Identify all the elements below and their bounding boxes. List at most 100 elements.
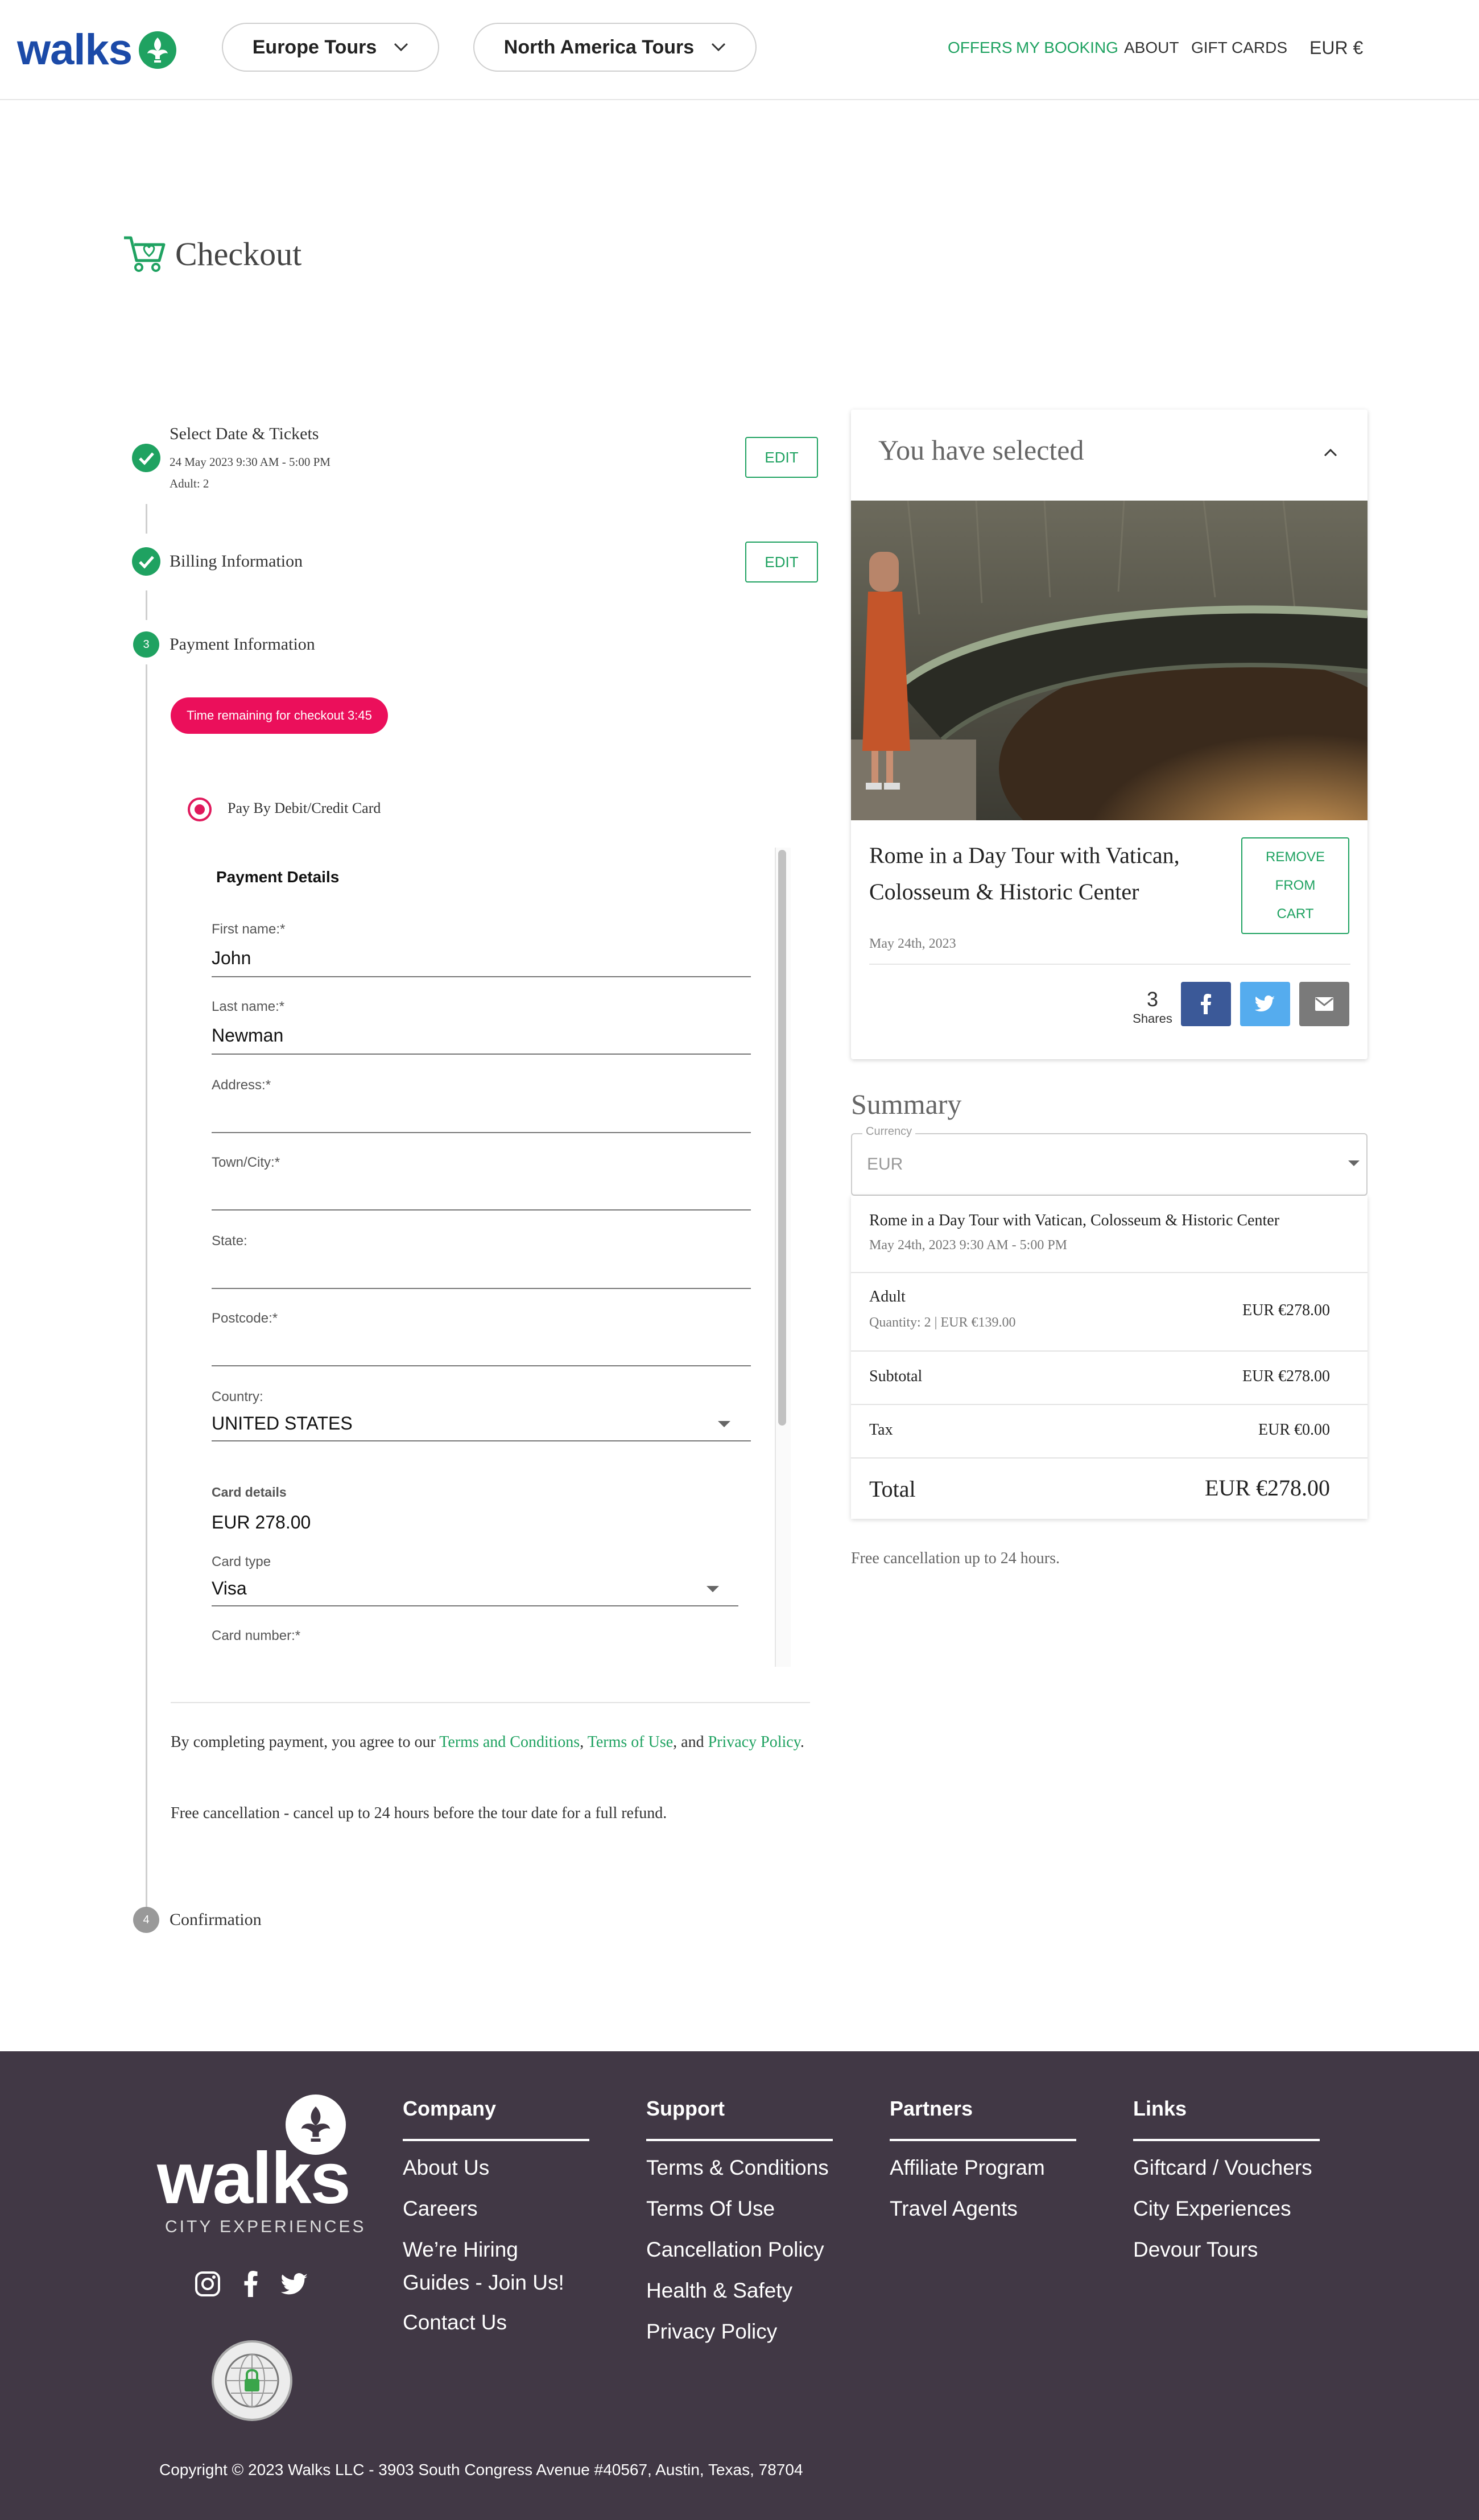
nav-about[interactable]: ABOUT bbox=[1124, 39, 1179, 57]
footer-logo-text[interactable]: walks bbox=[157, 2137, 351, 2220]
card-type-select[interactable]: Visa bbox=[212, 1578, 247, 1599]
selected-tour-card: You have selected Rome in a Day Tour wit… bbox=[851, 410, 1368, 1059]
terms-conditions-link[interactable]: Terms and Conditions bbox=[439, 1733, 580, 1751]
edit-date-button[interactable]: EDIT bbox=[745, 437, 818, 478]
footer-link-giftcard[interactable]: Giftcard / Vouchers bbox=[1133, 2151, 1312, 2184]
selected-tour-name[interactable]: Rome in a Day Tour with Vatican, Colosse… bbox=[869, 837, 1222, 910]
footer-link-guides[interactable]: Guides - Join Us! bbox=[403, 2266, 564, 2299]
divider bbox=[851, 1404, 1368, 1405]
footer-links-heading: Links bbox=[1133, 2097, 1187, 2120]
instagram-icon[interactable] bbox=[195, 2271, 221, 2297]
address-field[interactable] bbox=[212, 1132, 751, 1133]
divider bbox=[851, 1350, 1368, 1352]
summary-card: Rome in a Day Tour with Vatican, Colosse… bbox=[851, 1196, 1368, 1519]
nav-offers[interactable]: OFFERS bbox=[948, 39, 1013, 57]
remove-label-line: CART bbox=[1276, 906, 1314, 922]
dropdown-arrow-icon bbox=[718, 1421, 730, 1427]
footer-link-terms-of-use[interactable]: Terms Of Use bbox=[646, 2192, 775, 2225]
footer-partners-heading: Partners bbox=[890, 2097, 973, 2120]
cart-icon bbox=[124, 236, 166, 272]
divider bbox=[869, 964, 1350, 965]
logo-text: walks bbox=[17, 26, 133, 74]
page-title: Checkout bbox=[122, 233, 301, 274]
terms-of-use-link[interactable]: Terms of Use bbox=[588, 1733, 673, 1751]
footer-link-affiliate[interactable]: Affiliate Program bbox=[890, 2151, 1045, 2184]
north-america-tours-dropdown[interactable]: North America Tours bbox=[473, 23, 757, 72]
footer-link-terms[interactable]: Terms & Conditions bbox=[646, 2151, 829, 2184]
step-connector bbox=[146, 664, 147, 1909]
footer-link-hiring[interactable]: We’re Hiring bbox=[403, 2233, 518, 2266]
nav-gift-cards[interactable]: GIFT CARDS bbox=[1191, 39, 1287, 57]
divider bbox=[851, 1272, 1368, 1273]
share-count: 3 bbox=[1146, 988, 1159, 1011]
twitter-icon bbox=[1255, 995, 1275, 1011]
step-number-badge: 3 bbox=[133, 631, 159, 658]
adult-price: EUR €278.00 bbox=[1242, 1302, 1330, 1319]
divider bbox=[851, 1457, 1368, 1459]
step-select-date-label: Select Date & Tickets bbox=[170, 424, 319, 443]
facebook-share-button[interactable] bbox=[1181, 982, 1231, 1026]
footer-link-careers[interactable]: Careers bbox=[403, 2192, 478, 2225]
footer-link-privacy[interactable]: Privacy Policy bbox=[646, 2315, 777, 2348]
step-billing-label: Billing Information bbox=[170, 552, 303, 571]
terms-sep: , bbox=[580, 1733, 588, 1751]
facebook-icon[interactable] bbox=[243, 2271, 258, 2297]
share-label: Shares bbox=[1133, 1011, 1172, 1026]
footer-link-cancellation[interactable]: Cancellation Policy bbox=[646, 2233, 824, 2266]
divider bbox=[171, 1702, 810, 1703]
adult-label: Adult bbox=[869, 1288, 906, 1306]
currency-select[interactable] bbox=[851, 1133, 1368, 1196]
last-name-field[interactable]: Newman bbox=[212, 1025, 283, 1046]
footer-link-devour-tours[interactable]: Devour Tours bbox=[1133, 2233, 1258, 2266]
footer-link-travel-agents[interactable]: Travel Agents bbox=[890, 2192, 1018, 2225]
pay-card-radio[interactable] bbox=[188, 798, 212, 821]
total-label: Total bbox=[869, 1476, 916, 1502]
country-select[interactable]: UNITED STATES bbox=[212, 1413, 353, 1434]
twitter-share-button[interactable] bbox=[1240, 982, 1290, 1026]
nav-my-booking[interactable]: MY BOOKING bbox=[1016, 39, 1118, 57]
first-name-label: First name:* bbox=[212, 922, 286, 937]
step-tickets-value: Adult: 2 bbox=[170, 477, 209, 490]
footer-logo-subtitle: CITY EXPERIENCES bbox=[165, 2217, 366, 2236]
step-confirmation-label: Confirmation bbox=[170, 1910, 262, 1929]
europe-tours-dropdown[interactable]: Europe Tours bbox=[222, 23, 439, 72]
divider bbox=[403, 2139, 589, 2141]
email-share-button[interactable] bbox=[1299, 982, 1349, 1026]
postcode-field[interactable] bbox=[212, 1365, 751, 1366]
field-underline bbox=[212, 1054, 751, 1055]
first-name-field[interactable]: John bbox=[212, 948, 251, 969]
summary-tour-name: Rome in a Day Tour with Vatican, Colosse… bbox=[869, 1212, 1280, 1229]
card-type-label: Card type bbox=[212, 1554, 271, 1569]
country-label: Country: bbox=[212, 1389, 263, 1404]
card-number-label: Card number:* bbox=[212, 1628, 301, 1643]
footer-link-about[interactable]: About Us bbox=[403, 2151, 489, 2184]
pay-card-label[interactable]: Pay By Debit/Credit Card bbox=[228, 800, 381, 817]
selected-title: You have selected bbox=[878, 434, 1084, 466]
free-cancellation-text: Free cancellation - cancel up to 24 hour… bbox=[171, 1804, 667, 1822]
checkout-heading: Checkout bbox=[175, 235, 302, 272]
scrollbar-thumb[interactable] bbox=[778, 850, 786, 1426]
site-header: walks Europe Tours North America Tours O… bbox=[0, 0, 1479, 100]
currency-selector[interactable]: EUR € bbox=[1309, 38, 1363, 59]
footer-link-health-safety[interactable]: Health & Safety bbox=[646, 2274, 792, 2307]
subtotal-value: EUR €278.00 bbox=[1242, 1368, 1330, 1385]
step-number-badge: 4 bbox=[133, 1907, 159, 1933]
edit-billing-button[interactable]: EDIT bbox=[745, 542, 818, 583]
currency-value: EUR bbox=[867, 1155, 903, 1174]
field-underline bbox=[212, 1605, 738, 1606]
remove-from-cart-button[interactable]: REMOVE FROM CART bbox=[1241, 837, 1349, 934]
privacy-policy-link[interactable]: Privacy Policy bbox=[708, 1733, 800, 1751]
footer-link-city-experiences[interactable]: City Experiences bbox=[1133, 2192, 1291, 2225]
chevron-up-icon[interactable] bbox=[1323, 447, 1338, 457]
payment-details-form: Payment Details First name:* John Last n… bbox=[171, 848, 791, 1667]
town-field[interactable] bbox=[212, 1209, 751, 1211]
footer-link-contact[interactable]: Contact Us bbox=[403, 2306, 507, 2339]
site-logo[interactable]: walks bbox=[17, 25, 177, 75]
state-field[interactable] bbox=[212, 1288, 751, 1289]
europe-tours-label: Europe Tours bbox=[252, 36, 377, 58]
summary-title: Summary bbox=[851, 1088, 962, 1120]
terms-agreement: By completing payment, you agree to our … bbox=[171, 1729, 810, 1755]
postcode-label: Postcode:* bbox=[212, 1311, 278, 1326]
twitter-icon[interactable] bbox=[281, 2273, 308, 2296]
currency-legend: Currency bbox=[862, 1125, 916, 1138]
